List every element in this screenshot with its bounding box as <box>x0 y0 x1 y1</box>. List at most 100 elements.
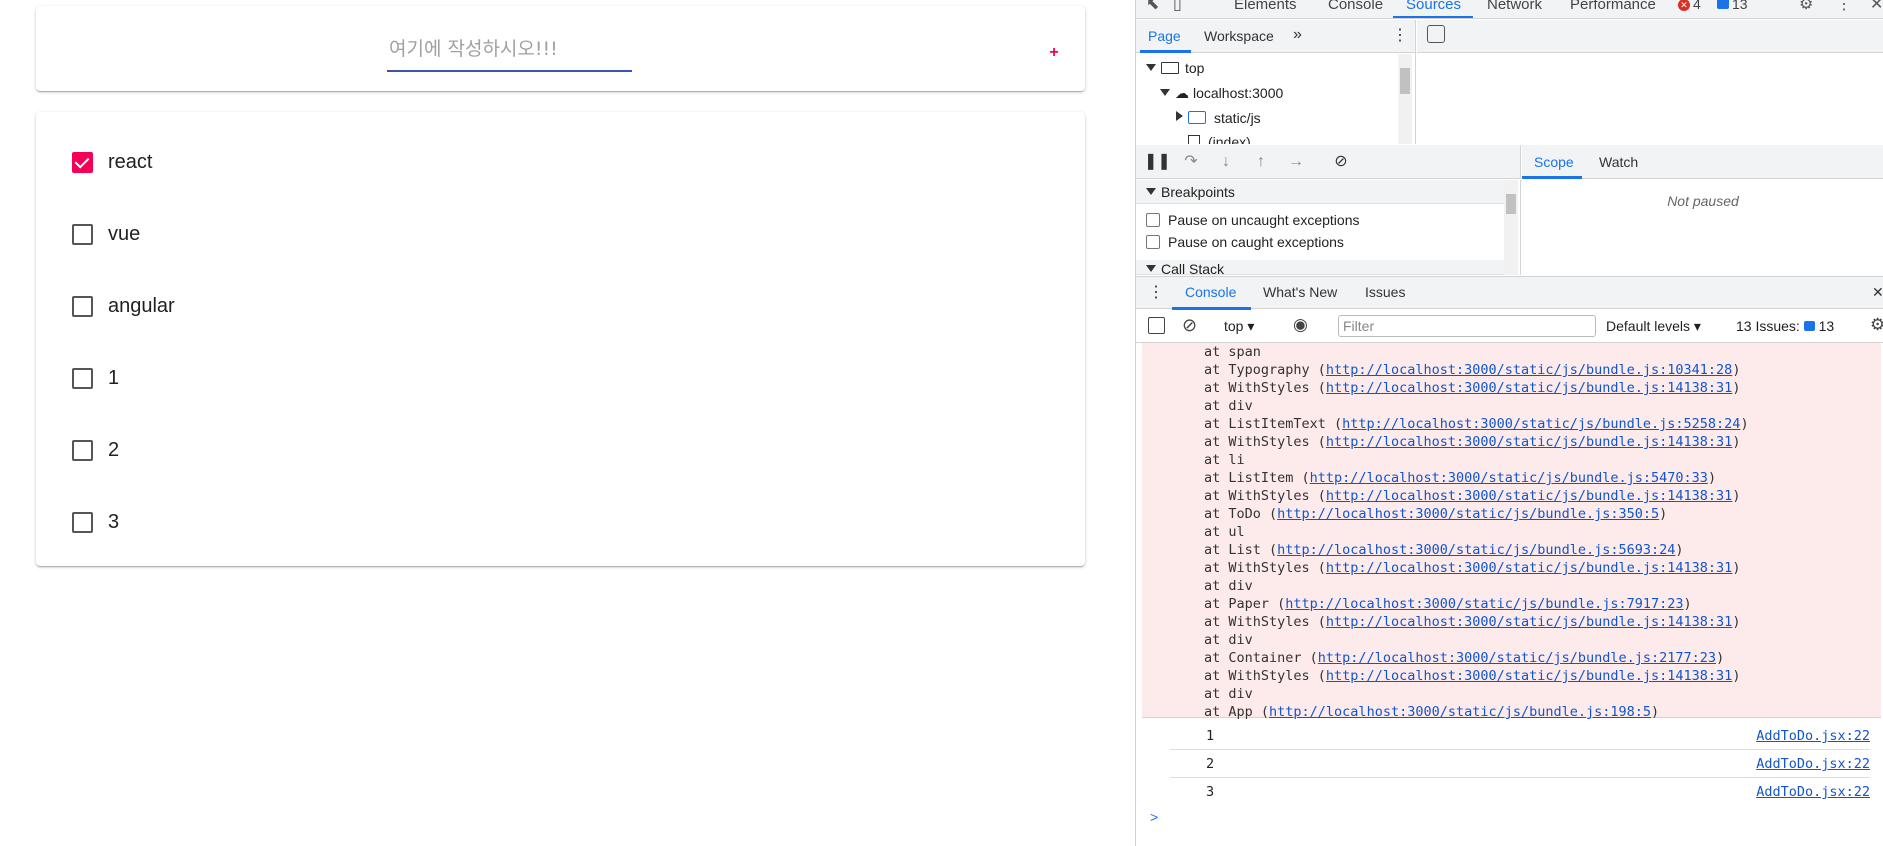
expand-icon <box>1160 89 1170 96</box>
log-source-link[interactable]: AddToDo.jsx:22 <box>1756 728 1870 744</box>
settings-icon[interactable]: ⚙ <box>1799 0 1813 14</box>
tab-scope[interactable]: Scope <box>1534 154 1574 170</box>
todo-checkbox[interactable] <box>70 510 94 534</box>
navigator-scrollbar[interactable] <box>1398 54 1412 144</box>
tree-item-top[interactable]: top <box>1146 60 1204 76</box>
todo-item[interactable]: vue <box>36 198 1085 270</box>
tab-elements[interactable]: Elements <box>1234 0 1297 13</box>
stack-frame-close: ) <box>1683 596 1692 612</box>
stack-frame-link[interactable]: http://localhost:3000/static/js/bundle.j… <box>1326 362 1732 378</box>
tree-item-host[interactable]: ☁ localhost:3000 <box>1160 85 1283 102</box>
checkbox-icon[interactable] <box>1146 235 1160 249</box>
step-into-icon[interactable]: ↓ <box>1214 151 1238 173</box>
stack-frame-link[interactable]: http://localhost:3000/static/js/bundle.j… <box>1326 560 1732 576</box>
stack-frame: at ListItem (http://localhost:3000/stati… <box>1204 470 1716 486</box>
cloud-icon: ☁ <box>1175 85 1189 101</box>
console-settings-icon[interactable]: ⚙ <box>1870 315 1883 335</box>
console-prompt-icon[interactable]: > <box>1150 809 1158 825</box>
log-levels-dropdown[interactable]: Default levels ▾ <box>1606 318 1701 335</box>
todo-item[interactable]: 2 <box>36 414 1085 486</box>
more-tabs-icon[interactable]: » <box>1293 26 1302 44</box>
todo-item[interactable]: react <box>36 126 1085 198</box>
sidebar-toggle-icon[interactable] <box>1148 317 1165 334</box>
stack-frame-text: at WithStyles ( <box>1204 380 1326 396</box>
close-drawer-icon[interactable]: ✕ <box>1872 284 1883 301</box>
drawer-tab-whats-new[interactable]: What's New <box>1263 284 1337 300</box>
stack-frame-link[interactable]: http://localhost:3000/static/js/bundle.j… <box>1277 542 1675 558</box>
stack-frame-link[interactable]: http://localhost:3000/static/js/bundle.j… <box>1277 506 1659 522</box>
stack-frame-link[interactable]: http://localhost:3000/static/js/bundle.j… <box>1326 380 1732 396</box>
inspect-icon[interactable]: ⬉ <box>1146 0 1159 14</box>
tab-sources[interactable]: Sources <box>1406 0 1461 13</box>
clear-console-icon[interactable]: ⊘ <box>1182 315 1197 336</box>
step-icon[interactable]: → <box>1284 151 1308 173</box>
error-badge[interactable]: ✕ 4 <box>1678 0 1701 12</box>
stack-frame-text: at WithStyles ( <box>1204 488 1326 504</box>
drawer-tab-console[interactable]: Console <box>1185 284 1236 300</box>
close-icon[interactable]: ✕ <box>1870 0 1883 14</box>
checkbox-icon[interactable] <box>1146 213 1160 227</box>
call-stack-header[interactable]: Call Stack <box>1136 260 1506 275</box>
tab-performance[interactable]: Performance <box>1570 0 1656 13</box>
add-todo-button[interactable]: + <box>1042 41 1066 65</box>
drawer-menu-icon[interactable]: ⋮ <box>1148 282 1164 302</box>
todo-checkbox[interactable] <box>70 150 94 174</box>
stack-frame-text: at div <box>1204 398 1253 414</box>
stack-frame-close: ) <box>1732 488 1741 504</box>
log-source-link[interactable]: AddToDo.jsx:22 <box>1756 784 1870 800</box>
tab-network[interactable]: Network <box>1487 0 1542 13</box>
stack-frame-link[interactable]: http://localhost:3000/static/js/bundle.j… <box>1285 596 1683 612</box>
log-source-link[interactable]: AddToDo.jsx:22 <box>1756 756 1870 772</box>
step-over-icon[interactable]: ↷ <box>1179 151 1203 173</box>
breakpoints-header[interactable]: Breakpoints <box>1136 180 1506 204</box>
stack-frame-link[interactable]: http://localhost:3000/static/js/bundle.j… <box>1326 488 1732 504</box>
stack-frame-text: at ul <box>1204 524 1245 540</box>
live-expression-icon[interactable]: ◉ <box>1293 315 1308 335</box>
stack-frame: at Paper (http://localhost:3000/static/j… <box>1204 596 1692 612</box>
device-toolbar-icon[interactable]: ▯ <box>1173 0 1182 14</box>
toggle-navigator-icon[interactable] <box>1427 25 1445 43</box>
stack-frame-link[interactable]: http://localhost:3000/static/js/bundle.j… <box>1318 650 1716 666</box>
todo-item[interactable]: 1 <box>36 342 1085 414</box>
navigator-tab-bar: Page Workspace » ⋮ <box>1136 20 1415 53</box>
stack-frame-link[interactable]: http://localhost:3000/static/js/bundle.j… <box>1326 668 1732 684</box>
todo-item[interactable]: 3 <box>36 486 1085 558</box>
tab-console[interactable]: Console <box>1328 0 1383 13</box>
todo-checkbox[interactable] <box>70 366 94 390</box>
stack-frame-link[interactable]: http://localhost:3000/static/js/bundle.j… <box>1326 614 1732 630</box>
drawer-tab-issues[interactable]: Issues <box>1365 284 1405 300</box>
stack-frame-link[interactable]: http://localhost:3000/static/js/bundle.j… <box>1269 704 1651 720</box>
tree-item-file[interactable]: (index) <box>1188 134 1251 144</box>
stack-frame-text: at Typography ( <box>1204 362 1326 378</box>
tab-workspace[interactable]: Workspace <box>1204 28 1274 44</box>
more-options-icon[interactable]: ⋮ <box>1836 0 1852 14</box>
tab-page[interactable]: Page <box>1148 28 1181 44</box>
stack-frame-link[interactable]: http://localhost:3000/static/js/bundle.j… <box>1342 416 1740 432</box>
todo-checkbox[interactable] <box>70 222 94 246</box>
tree-item-folder[interactable]: static/js <box>1176 110 1261 126</box>
section-title: Breakpoints <box>1161 184 1235 200</box>
todo-item[interactable]: angular <box>36 270 1085 342</box>
stack-frame: at WithStyles (http://localhost:3000/sta… <box>1204 668 1740 684</box>
issues-badge[interactable]: 13 <box>1717 0 1748 12</box>
step-out-icon[interactable]: ↑ <box>1249 151 1273 173</box>
tab-watch[interactable]: Watch <box>1599 154 1638 170</box>
add-todo-input[interactable] <box>387 30 632 68</box>
more-options-icon[interactable]: ⋮ <box>1392 25 1408 45</box>
scrollbar-thumb[interactable] <box>1400 68 1410 94</box>
todo-checkbox[interactable] <box>70 294 94 318</box>
stack-frame: at List (http://localhost:3000/static/js… <box>1204 542 1684 558</box>
deactivate-breakpoints-icon[interactable]: ⊘ <box>1329 151 1353 173</box>
pause-icon[interactable]: ❚❚ <box>1144 151 1171 173</box>
context-selector[interactable]: top ▾ <box>1224 318 1254 335</box>
stack-frame-text: at WithStyles ( <box>1204 668 1326 684</box>
breakpoints-scrollbar[interactable] <box>1504 180 1518 275</box>
pause-caught-option[interactable]: Pause on caught exceptions <box>1146 234 1344 250</box>
issues-counter[interactable]: 13 Issues: 13 <box>1736 318 1834 334</box>
scrollbar-thumb[interactable] <box>1506 194 1516 214</box>
pause-uncaught-option[interactable]: Pause on uncaught exceptions <box>1146 212 1359 228</box>
stack-frame-link[interactable]: http://localhost:3000/static/js/bundle.j… <box>1326 434 1732 450</box>
todo-checkbox[interactable] <box>70 438 94 462</box>
stack-frame-link[interactable]: http://localhost:3000/static/js/bundle.j… <box>1310 470 1708 486</box>
console-filter-input[interactable] <box>1338 315 1596 337</box>
